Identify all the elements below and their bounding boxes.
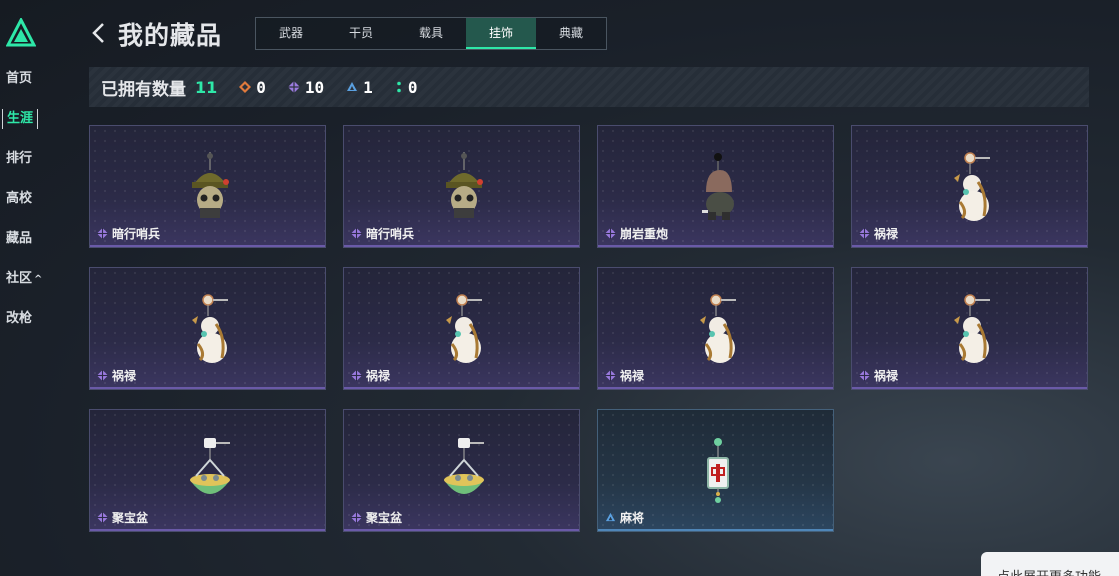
category-tabs: 武器 干员 载具 挂饰 典藏: [255, 17, 607, 50]
collection-grid: 暗行哨兵 暗行哨兵 崩岩重炮 祸禄 祸禄 祸禄 祸禄 祸禄 聚宝盆 聚宝盆 麻将: [89, 125, 1089, 532]
green-dots-icon: [397, 81, 401, 93]
card-name: 祸禄: [859, 225, 898, 242]
sidebar: 首页 生涯 排行 高校 藏品 社区 ^ 改枪: [0, 0, 62, 576]
card-name-label: 祸禄: [874, 369, 899, 383]
purple-diamond-icon: [351, 228, 362, 239]
purple-diamond-icon: [859, 370, 870, 381]
card-name: 聚宝盆: [97, 509, 148, 526]
card-name-label: 祸禄: [112, 369, 137, 383]
collection-card[interactable]: 暗行哨兵: [343, 125, 580, 248]
collection-card[interactable]: 祸禄: [851, 267, 1088, 390]
collection-card[interactable]: 聚宝盆: [89, 409, 326, 532]
page-title: 我的藏品: [118, 21, 223, 50]
rarity-blue-count: 1: [363, 77, 373, 97]
rarity-orange-count: 0: [256, 77, 266, 97]
hooded-figure-charm-icon: [702, 153, 734, 220]
app-logo-icon[interactable]: [6, 18, 36, 48]
tab-weapons[interactable]: 武器: [256, 18, 326, 49]
orange-diamond-icon: [239, 81, 252, 93]
purple-diamond-icon: [287, 81, 300, 93]
owned-count-total: 11: [195, 77, 218, 97]
nav-item-career[interactable]: 生涯: [2, 109, 39, 129]
nav-item-ranking[interactable]: 排行: [6, 149, 32, 169]
purple-diamond-icon: [97, 370, 108, 381]
card-name: 暗行哨兵: [351, 225, 414, 242]
collection-card[interactable]: 祸禄: [89, 267, 326, 390]
card-name-label: 祸禄: [620, 369, 645, 383]
expand-more-features-button[interactable]: 点此展开更多功能: [981, 552, 1119, 576]
gourd-charm-icon: [192, 294, 228, 363]
collection-card[interactable]: 崩岩重炮: [597, 125, 834, 248]
tab-vehicles[interactable]: 载具: [396, 18, 466, 49]
purple-diamond-icon: [859, 228, 870, 239]
purple-diamond-icon: [351, 370, 362, 381]
card-name: 祸禄: [605, 367, 644, 384]
card-name: 崩岩重炮: [605, 225, 668, 242]
purple-diamond-icon: [97, 512, 108, 523]
rarity-purple: 10: [287, 77, 325, 97]
mahjong-tile-charm-icon: [707, 438, 729, 503]
card-name: 聚宝盆: [351, 509, 402, 526]
gourd-charm-icon: [954, 152, 990, 221]
card-name-label: 祸禄: [874, 227, 899, 241]
collection-card[interactable]: 祸禄: [851, 125, 1088, 248]
gourd-charm-icon: [700, 294, 736, 363]
owned-count-label: 已拥有数量: [101, 79, 186, 100]
card-name-label: 祸禄: [366, 369, 391, 383]
tab-classics[interactable]: 典藏: [536, 18, 606, 49]
gourd-charm-icon: [446, 294, 482, 363]
card-name-label: 暗行哨兵: [366, 227, 415, 241]
purple-diamond-icon: [605, 370, 616, 381]
card-name-label: 聚宝盆: [112, 511, 149, 525]
card-name: 祸禄: [351, 367, 390, 384]
card-name: 祸禄: [859, 367, 898, 384]
chevron-up-icon: ^: [34, 274, 43, 285]
rarity-orange: 0: [239, 78, 266, 97]
card-name: 祸禄: [97, 367, 136, 384]
nav-item-gunsmith[interactable]: 改枪: [6, 309, 32, 329]
purple-diamond-icon: [351, 512, 362, 523]
gourd-charm-icon: [954, 294, 990, 363]
nav-item-school[interactable]: 高校: [6, 189, 32, 209]
card-name-label: 聚宝盆: [366, 511, 403, 525]
treasure-bowl-charm-icon: [444, 438, 484, 494]
card-name-label: 崩岩重炮: [620, 227, 669, 241]
rarity-blue: 1: [346, 78, 373, 97]
skull-helmet-charm-icon: [446, 152, 483, 218]
rarity-green-count: 0: [407, 77, 418, 97]
blue-triangle-icon: [605, 512, 616, 522]
nav-item-collection[interactable]: 藏品: [6, 229, 32, 249]
card-name: 麻将: [605, 509, 644, 526]
back-arrow-icon[interactable]: [90, 20, 108, 46]
collection-card[interactable]: 聚宝盆: [343, 409, 580, 532]
purple-diamond-icon: [605, 228, 616, 239]
rarity-green: 0: [395, 77, 418, 97]
nav-item-home[interactable]: 首页: [6, 69, 32, 89]
collection-card[interactable]: 祸禄: [343, 267, 580, 390]
collection-card[interactable]: 麻将: [597, 409, 834, 532]
blue-triangle-icon: [347, 82, 358, 91]
tab-operators[interactable]: 干员: [326, 18, 396, 49]
collection-card[interactable]: 祸禄: [597, 267, 834, 390]
card-name: 暗行哨兵: [97, 225, 160, 242]
treasure-bowl-charm-icon: [190, 438, 230, 494]
owned-count-bar: 已拥有数量 11 0 10 1 0: [89, 67, 1089, 107]
collection-card[interactable]: 暗行哨兵: [89, 125, 326, 248]
card-name-label: 麻将: [620, 511, 645, 525]
nav-item-community-label: 社区: [6, 271, 33, 286]
skull-helmet-charm-icon: [192, 152, 229, 218]
purple-diamond-icon: [97, 228, 108, 239]
nav-item-community[interactable]: 社区 ^: [6, 269, 42, 289]
rarity-purple-count: 10: [304, 77, 325, 97]
card-name-label: 暗行哨兵: [112, 227, 161, 241]
tab-charms[interactable]: 挂饰: [466, 18, 536, 49]
